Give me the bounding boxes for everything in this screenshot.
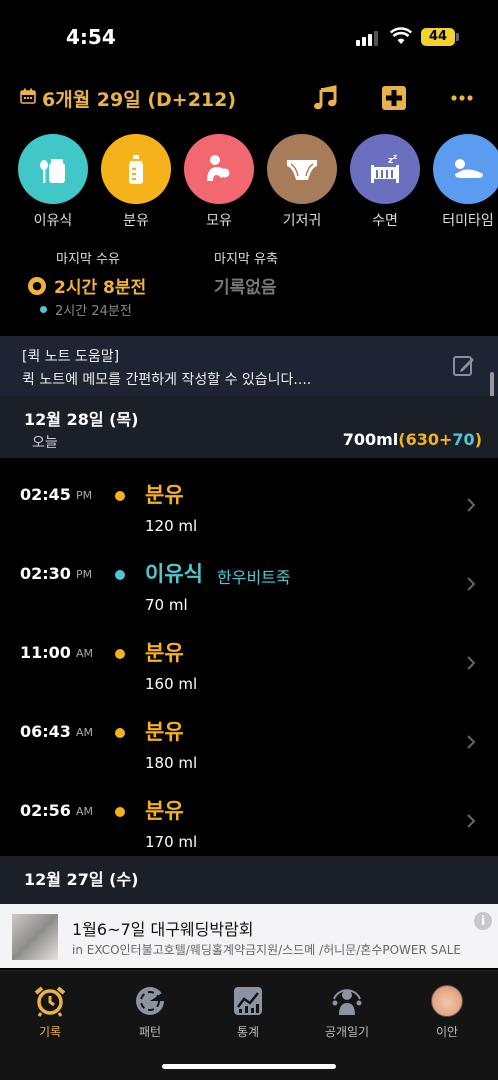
record-type: 분유 — [145, 641, 184, 665]
chevron-right-icon — [467, 814, 476, 828]
tab-public-diary[interactable]: 공개일기 — [307, 985, 387, 1040]
record-entry[interactable]: 02:30 PM 이유식 한우비트죽 70 ml — [0, 546, 498, 625]
category-tummy-time[interactable]: 터미타임 — [432, 134, 498, 230]
record-type: 분유 — [145, 799, 184, 823]
day-header-yesterday: 12월 27일 (수) — [0, 856, 498, 904]
category-breastmilk[interactable]: 모유 — [183, 134, 255, 230]
day-label: 오늘 — [32, 435, 58, 451]
ad-banner[interactable]: 1월6~7일 대구웨딩박람회 in EXCO인터불고호텔/웨딩홀계약금지원/스드… — [0, 904, 498, 968]
record-amount: 180 ml — [145, 754, 198, 772]
record-amount: 160 ml — [145, 675, 198, 693]
tab-records[interactable]: 기록 — [10, 985, 90, 1040]
status-time: 4:54 — [66, 25, 116, 49]
record-type: 분유 — [145, 720, 184, 744]
record-entry[interactable]: 11:00 AM 분유 160 ml — [0, 625, 498, 704]
category-baby-food[interactable]: 이유식 — [17, 134, 89, 230]
record-entry[interactable]: 02:45 PM 분유 120 ml — [0, 467, 498, 546]
last-feed-value: ● 2시간 8분전 — [28, 273, 146, 298]
record-entry[interactable]: 02:56 AM 분유 170 ml — [0, 783, 498, 862]
tab-stats[interactable]: 통계 — [208, 985, 288, 1040]
ad-image — [12, 914, 58, 960]
baby-avatar — [430, 985, 464, 1017]
calendar-icon[interactable] — [20, 88, 36, 104]
wifi-icon — [390, 27, 412, 44]
day-header-today: 12월 28일 (목) 오늘 700ml(630+70) — [0, 396, 498, 458]
ad-description: in EXCO인터불고호텔/웨딩홀계약금지원/스드메 /허니문/혼수POWER … — [72, 943, 461, 957]
chevron-right-icon — [467, 735, 476, 749]
last-record-summary: 마지막 수유 마지막 유축 ● 2시간 8분전 기록없음 2시간 24분전 — [0, 246, 498, 326]
day-total-intake: 700ml(630+70) — [342, 430, 482, 449]
music-icon[interactable] — [312, 84, 340, 112]
ad-title: 1월6~7일 대구웨딩박람회 — [72, 920, 254, 939]
type-dot — [115, 649, 125, 659]
breastfeeding-icon — [184, 134, 254, 204]
baby-food-icon — [18, 134, 88, 204]
edit-note-icon[interactable] — [452, 354, 476, 378]
signal-icon — [356, 30, 380, 46]
info-icon[interactable]: i — [474, 912, 492, 930]
category-formula[interactable]: 분유 — [100, 134, 172, 230]
last-feed-label: 마지막 수유 — [56, 252, 120, 267]
day-date: 12월 27일 (수) — [24, 870, 139, 889]
category-shortcuts: 이유식 분유 모유 기저귀 zz 수면 터미타임 — [0, 134, 498, 234]
battery-indicator: 44 — [421, 28, 455, 46]
last-food-elapsed: 2시간 24분전 — [40, 300, 132, 319]
svg-text:z: z — [393, 153, 397, 161]
quick-note-title: [퀵 노트 도움말] — [22, 349, 120, 365]
type-dot — [115, 807, 125, 817]
pattern-icon — [133, 985, 167, 1017]
stats-icon — [231, 985, 265, 1017]
more-icon[interactable] — [448, 84, 476, 112]
quick-note[interactable]: [퀵 노트 도움말] 퀵 노트에 메모를 간편하게 작성할 수 있습니다.... — [0, 336, 498, 396]
home-indicator — [162, 1064, 336, 1069]
type-dot — [115, 728, 125, 738]
tab-pattern[interactable]: 패턴 — [110, 985, 190, 1040]
bottle-icon — [101, 134, 171, 204]
chevron-right-icon — [467, 498, 476, 512]
tab-profile[interactable]: 이안 — [407, 985, 487, 1040]
alarm-clock-icon — [33, 985, 67, 1017]
app-header: 6개월 29일 (D+212) — [0, 80, 498, 116]
add-record-icon[interactable] — [380, 84, 408, 112]
day-date: 12월 28일 (목) — [24, 410, 139, 429]
type-dot — [115, 570, 125, 580]
record-amount: 120 ml — [145, 517, 198, 535]
record-entry[interactable]: 06:43 AM 분유 180 ml — [0, 704, 498, 783]
diaper-icon — [267, 134, 337, 204]
tummy-time-icon — [433, 134, 498, 204]
drop-icon: ● — [28, 276, 46, 295]
record-type: 이유식 — [145, 562, 203, 586]
status-bar: 4:54 44 — [0, 0, 498, 72]
last-pump-value: 기록없음 — [214, 278, 277, 298]
public-diary-icon — [330, 985, 364, 1017]
baby-age-date[interactable]: 6개월 29일 (D+212) — [42, 85, 236, 112]
type-dot — [115, 491, 125, 501]
category-diaper[interactable]: 기저귀 — [266, 134, 338, 230]
record-amount: 170 ml — [145, 833, 198, 851]
record-amount: 70 ml — [145, 596, 188, 614]
record-type: 분유 — [145, 483, 184, 507]
chevron-right-icon — [467, 577, 476, 591]
sleep-icon: zz — [350, 134, 420, 204]
chevron-right-icon — [467, 656, 476, 670]
quick-note-text: 퀵 노트에 메모를 간편하게 작성할 수 있습니다.... — [22, 372, 312, 388]
category-sleep[interactable]: zz 수면 — [349, 134, 421, 230]
last-pump-label: 마지막 유축 — [214, 252, 278, 267]
record-memo: 한우비트죽 — [217, 568, 291, 587]
